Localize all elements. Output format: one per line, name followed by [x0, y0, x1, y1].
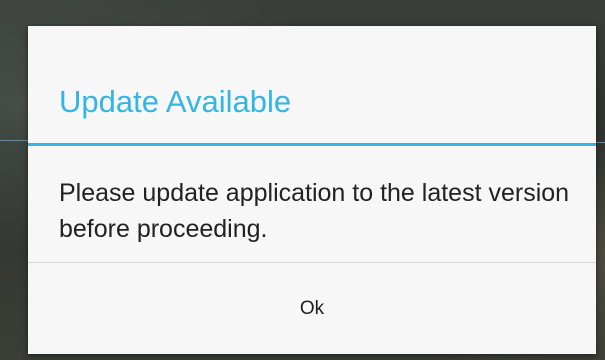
dialog-title: Update Available	[59, 84, 292, 119]
title-divider	[28, 143, 596, 146]
ok-button[interactable]: Ok	[28, 263, 596, 354]
dialog-message: Please update application to the latest …	[59, 179, 570, 243]
update-dialog: Update Available Please update applicati…	[28, 26, 596, 354]
background-divider-left	[0, 140, 28, 141]
